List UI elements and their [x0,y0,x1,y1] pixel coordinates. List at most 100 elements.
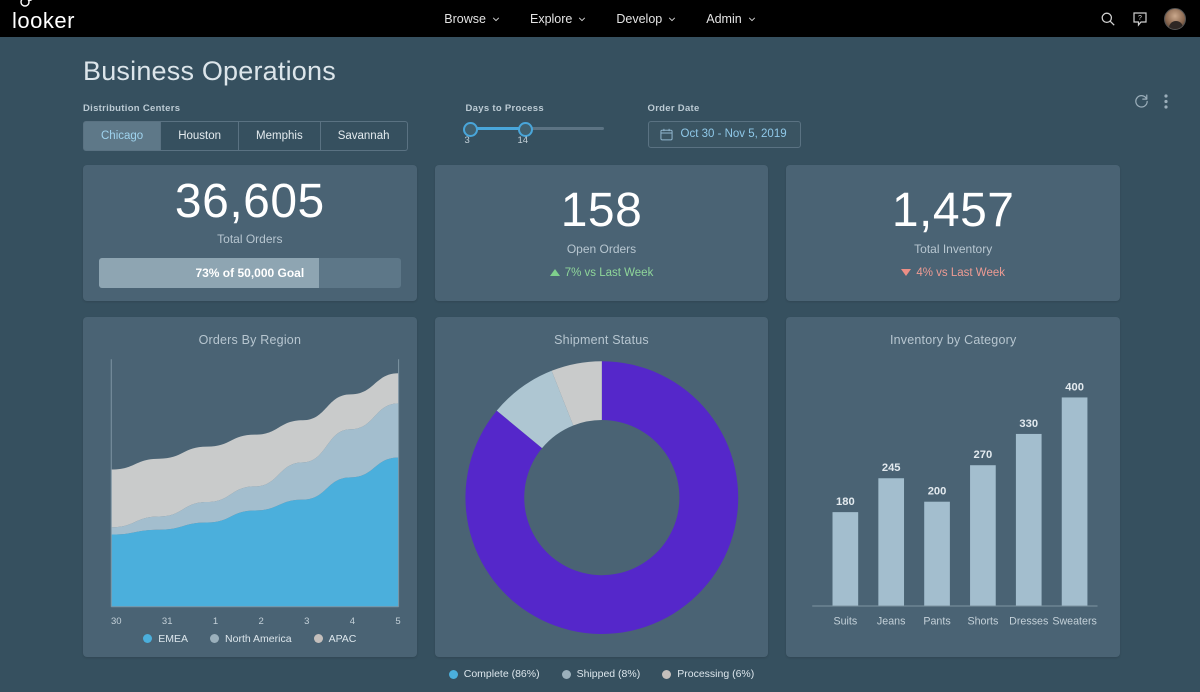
nav-menu: Browse Explore Develop Admin [0,12,1200,26]
distribution-center-option-houston[interactable]: Houston [161,120,240,151]
nav-item-label: Browse [444,11,486,26]
filter-bar: Distribution Centers Chicago Houston Mem… [83,103,1176,151]
donut-chart [465,360,738,634]
kpi-label: Total Orders [217,232,283,247]
chevron-down-icon [669,16,676,21]
svg-text:Pants: Pants [924,615,951,627]
legend-dot-icon [143,634,153,644]
bar-chart: 180 Suits 245 Jeans 200 Pants 270 Shorts 330 Dres… [812,381,1098,627]
refresh-icon[interactable] [1133,93,1150,110]
progress-label: 73% of 50,000 Goal [195,266,305,281]
area-chart-body [97,353,403,613]
looker-logo[interactable]: looker [12,0,75,33]
legend-label: Shipped (8%) [576,668,641,681]
dashboard-header: Business Operations Distribution Centers… [0,37,1200,151]
legend-label: APAC [328,632,357,645]
kpi-label: Open Orders [566,241,637,256]
kpi-delta: 7% vs Last Week [549,267,653,279]
distribution-center-option-memphis[interactable]: Memphis [239,120,321,151]
chart-tile-shipment-status[interactable]: Shipment Status Complete (86%) Shipped (… [434,316,769,680]
legend-label: Complete (86%) [463,668,540,681]
area-chart-x-axis: 30 31 1 2 3 4 5 [97,613,403,627]
svg-text:270: 270 [974,449,993,461]
distribution-center-button-group: Chicago Houston Memphis Savannah [83,120,408,151]
legend-dot-icon [210,634,220,644]
days-to-process-slider[interactable]: 3 14 [462,121,604,149]
nav-item-label: Admin [706,11,742,26]
svg-text:Dresses: Dresses [1009,615,1048,627]
x-tick: 4 [349,615,355,627]
nav-item-label: Explore [529,11,573,26]
x-tick: 2 [258,615,264,627]
kpi-value: 36,605 [174,174,325,228]
slider-tick-labels: 3 14 [464,134,604,149]
kpi-tile-total-inventory[interactable]: 1,457 Total Inventory 4% vs Last Week [786,164,1121,301]
search-icon[interactable] [1100,11,1116,27]
svg-text:?: ? [1138,15,1142,22]
chart-title: Orders By Region [198,332,302,347]
legend-label: EMEA [158,632,189,645]
filter-label: Order Date [647,102,700,114]
kpi-label: Total Inventory [914,241,993,256]
nav-item-explore[interactable]: Explore [530,12,586,26]
svg-text:Sweaters: Sweaters [1053,615,1098,627]
kpi-row: 36,605 Total Orders 73% of 50,000 Goal 1… [83,164,1121,301]
svg-text:Jeans: Jeans [877,615,906,627]
area-chart [110,358,400,607]
chart-tile-orders-by-region[interactable]: Orders By Region 30 31 1 2 3 4 5 EMEA No… [83,316,417,657]
svg-text:245: 245 [882,462,901,474]
kpi-tile-open-orders[interactable]: 158 Open Orders 7% vs Last Week [434,164,769,301]
dashboard-actions [1133,93,1168,110]
legend-dot-icon [313,634,323,644]
legend-dot-icon [561,669,571,679]
filter-label: Distribution Centers [83,102,181,114]
nav-item-browse[interactable]: Browse [444,12,500,26]
svg-text:200: 200 [928,485,947,497]
nav-right-actions: ? [1100,7,1186,30]
legend-item-processing[interactable]: Processing (6%) [662,668,754,680]
svg-text:Suits: Suits [834,615,858,627]
x-tick: 1 [212,615,219,627]
legend-item-shipped[interactable]: Shipped (8%) [561,668,641,681]
legend-item-emea[interactable]: EMEA [143,633,188,645]
legend-item-apac[interactable]: APAC [313,632,357,645]
nav-item-admin[interactable]: Admin [706,12,755,26]
donut-chart-legend: Complete (86%) Shipped (8%) Processing (… [448,658,755,682]
order-date-picker[interactable]: Oct 30 - Nov 5, 2019 [647,120,801,148]
legend-label: Processing (6%) [677,668,755,681]
nav-item-develop[interactable]: Develop [616,12,676,26]
chevron-down-icon [492,16,500,21]
legend-item-north-america[interactable]: North America [210,633,292,645]
x-tick: 31 [161,615,173,627]
slider-min-value: 3 [464,134,470,146]
svg-text:400: 400 [1066,381,1085,393]
distribution-center-option-savannah[interactable]: Savannah [320,120,408,151]
arrow-down-icon [901,269,912,277]
logo-text: looker [12,7,75,33]
help-icon[interactable]: ? [1132,11,1148,27]
dashboard-grid: 36,605 Total Orders 73% of 50,000 Goal 1… [0,151,1200,680]
calendar-icon [659,128,673,141]
filter-order-date: Order Date Oct 30 - Nov 5, 2019 [647,102,801,148]
order-date-value: Oct 30 - Nov 5, 2019 [680,128,787,141]
svg-text:180: 180 [836,496,855,508]
legend-item-complete[interactable]: Complete (86%) [448,668,540,681]
svg-text:Shorts: Shorts [968,615,999,627]
kpi-delta-label: 4% vs Last Week [916,266,1005,279]
arrow-up-icon [549,269,560,277]
more-options-icon[interactable] [1164,93,1168,110]
page-title: Business Operations [83,56,336,86]
area-chart-legend: EMEA North America APAC [97,627,403,647]
chart-tile-inventory-by-category[interactable]: Inventory by Category 180 Suits 245 Jeans 20… [786,316,1121,657]
donut-chart-body [449,353,755,659]
chevron-down-icon [579,16,586,21]
kpi-tile-total-orders[interactable]: 36,605 Total Orders 73% of 50,000 Goal [83,164,417,301]
chart-row: Orders By Region 30 31 1 2 3 4 5 EMEA No… [83,316,1121,680]
distribution-center-option-chicago[interactable]: Chicago [83,120,162,151]
x-tick: 30 [111,615,122,627]
legend-dot-icon [448,669,458,679]
filter-label: Days to Process [465,102,544,114]
svg-text:330: 330 [1020,417,1039,429]
avatar[interactable] [1164,7,1186,30]
slider-track[interactable] [462,122,604,138]
